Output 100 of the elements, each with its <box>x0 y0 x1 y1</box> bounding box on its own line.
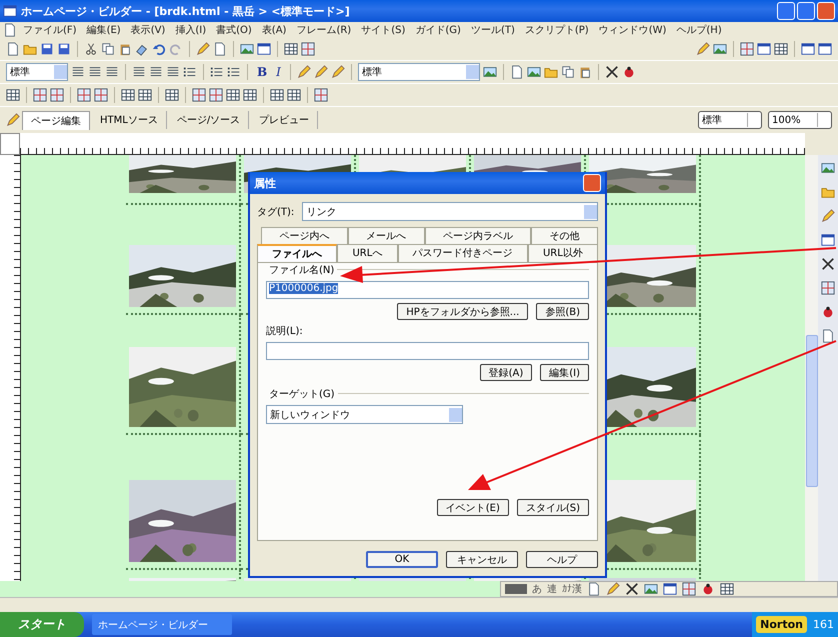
dialog-button[interactable]: ヘルプ <box>526 551 598 568</box>
list-icon[interactable] <box>183 65 197 79</box>
view-dropdown[interactable]: 100% <box>768 111 832 129</box>
table-icon[interactable] <box>6 88 20 102</box>
eraser-icon[interactable] <box>135 42 149 56</box>
clipboard-icon[interactable] <box>578 65 592 79</box>
maximize-button[interactable] <box>797 2 815 20</box>
view-dropdown[interactable]: 標準 <box>698 111 762 129</box>
font-dropdown[interactable]: 標準 <box>358 63 480 81</box>
dialog-tab[interactable]: URLへ <box>337 244 398 262</box>
pencil-icon[interactable] <box>696 42 710 56</box>
view-tab[interactable]: ページ/ソース <box>168 111 250 129</box>
folder-icon[interactable] <box>544 65 558 79</box>
window-icon[interactable] <box>757 42 771 56</box>
align-icon[interactable] <box>105 65 119 79</box>
image-icon[interactable] <box>821 161 835 175</box>
dialog-button[interactable]: OK <box>366 551 438 568</box>
pencil-icon[interactable] <box>314 65 328 79</box>
ladybug-icon[interactable] <box>622 65 636 79</box>
menu-item[interactable]: ウィンドウ(W) <box>594 23 670 37</box>
target-dropdown[interactable]: 新しいウィンドウ <box>266 405 463 424</box>
table-icon[interactable] <box>226 88 240 102</box>
list-icon[interactable] <box>227 65 241 79</box>
table-icon[interactable] <box>138 88 152 102</box>
menu-item[interactable]: 編集(E) <box>82 23 125 37</box>
dialog-tab[interactable]: ページ内ラベル <box>424 227 532 244</box>
ladybug-icon[interactable] <box>701 582 715 596</box>
menu-item[interactable]: ガイド(G) <box>411 23 465 37</box>
page-icon[interactable] <box>6 42 20 56</box>
browse-button[interactable]: 参照(B) <box>536 303 589 320</box>
copy-icon[interactable] <box>101 42 115 56</box>
page-icon[interactable] <box>213 42 227 56</box>
window-icon[interactable] <box>257 42 271 56</box>
folder-icon[interactable] <box>23 42 37 56</box>
ime-mode[interactable]: あ <box>532 582 542 596</box>
grid-icon[interactable] <box>209 88 223 102</box>
table-icon[interactable] <box>284 42 298 56</box>
menu-item[interactable]: 挿入(I) <box>171 23 210 37</box>
pencil-icon[interactable] <box>296 65 311 79</box>
ladybug-icon[interactable] <box>821 305 835 319</box>
ime-mode[interactable]: 連 <box>547 582 557 596</box>
dialog-tab[interactable]: パスワード付きページ <box>398 244 528 262</box>
table-icon[interactable] <box>165 88 179 102</box>
image-icon[interactable] <box>644 582 658 596</box>
pencil-icon[interactable] <box>821 209 835 223</box>
table-icon[interactable] <box>121 88 135 102</box>
view-tab[interactable]: プレビュー <box>251 111 318 129</box>
italic-button[interactable]: I <box>273 65 284 79</box>
scrollbar-thumb[interactable] <box>806 335 818 487</box>
image-icon[interactable] <box>713 42 727 56</box>
image-icon[interactable] <box>526 65 541 79</box>
align-icon[interactable] <box>166 65 180 79</box>
bold-button[interactable]: B <box>254 65 270 79</box>
table-icon[interactable] <box>270 88 284 102</box>
file-name-field[interactable]: P1000006.jpg <box>266 281 589 299</box>
menu-item[interactable]: フレーム(R) <box>292 23 356 37</box>
image-icon[interactable] <box>482 65 497 79</box>
align-icon[interactable] <box>88 65 102 79</box>
style-button[interactable]: スタイル(S) <box>516 499 589 516</box>
start-button[interactable]: スタート <box>0 612 84 637</box>
taskbar-button[interactable]: ホームページ・ビルダー <box>92 614 232 635</box>
style-dropdown[interactable]: 標準 <box>6 63 68 81</box>
copy-icon[interactable] <box>560 65 575 79</box>
save-icon[interactable] <box>57 42 71 56</box>
grid-icon[interactable] <box>301 42 315 56</box>
dialog-tab[interactable]: その他 <box>531 227 598 244</box>
menu-item[interactable]: ファイル(F) <box>19 23 81 37</box>
pencil-icon[interactable] <box>330 65 345 79</box>
view-tab[interactable]: ページ編集 <box>22 110 90 130</box>
pencil-icon[interactable] <box>196 42 210 56</box>
grid-icon[interactable] <box>77 88 91 102</box>
scissors-icon[interactable] <box>84 42 98 56</box>
menu-item[interactable]: スクリプト(P) <box>520 23 593 37</box>
register-button[interactable]: 登録(A) <box>480 364 532 381</box>
page-icon[interactable] <box>821 329 835 343</box>
image-icon[interactable] <box>240 42 254 56</box>
menu-item[interactable]: 表示(V) <box>126 23 170 37</box>
grid-icon[interactable] <box>740 42 754 56</box>
dialog-tab[interactable]: ページ内へ <box>261 227 348 244</box>
ime-mode[interactable]: ｶﾅ漢 <box>562 582 582 596</box>
table-icon[interactable] <box>720 582 734 596</box>
grid-icon[interactable] <box>50 88 64 102</box>
window-icon[interactable] <box>801 42 815 56</box>
dialog-tab[interactable]: ファイルへ <box>257 244 338 262</box>
menu-item[interactable]: ヘルプ(H) <box>672 23 726 37</box>
close-button[interactable] <box>583 174 601 192</box>
tray-app-label[interactable]: Norton <box>756 616 807 633</box>
clipboard-icon[interactable] <box>118 42 132 56</box>
table-icon[interactable] <box>287 88 301 102</box>
dialog-button[interactable]: キャンセル <box>446 551 518 568</box>
align-icon[interactable] <box>71 65 85 79</box>
grid-icon[interactable] <box>314 88 328 102</box>
menu-item[interactable]: 表(A) <box>258 23 290 37</box>
page-icon[interactable] <box>510 65 524 79</box>
menu-item[interactable]: ツール(T) <box>466 23 519 37</box>
grid-icon[interactable] <box>821 281 835 295</box>
folder-browse-button[interactable]: HPをフォルダから参照... <box>397 303 528 320</box>
dialog-tab[interactable]: URL以外 <box>528 244 598 262</box>
view-tab[interactable]: HTMLソース <box>92 111 167 129</box>
align-icon[interactable] <box>132 65 146 79</box>
